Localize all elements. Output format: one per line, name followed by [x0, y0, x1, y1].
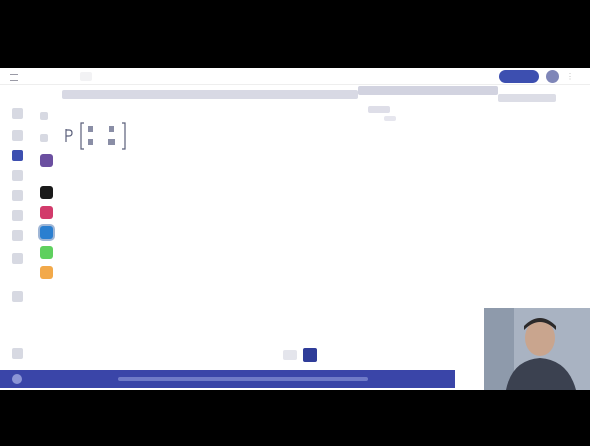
top-bar: ⋮ — [0, 68, 590, 85]
previous-page-button[interactable] — [283, 350, 297, 360]
eraser-icon[interactable] — [12, 210, 23, 221]
swatch-purple[interactable] — [40, 154, 53, 167]
board-tab[interactable] — [80, 72, 92, 81]
line-icon[interactable] — [12, 170, 23, 181]
shape-icon[interactable] — [12, 150, 23, 161]
fill-icon[interactable] — [40, 134, 48, 142]
matrix-symbol — [65, 129, 73, 142]
matrix-entry — [88, 126, 93, 132]
webcam-feed — [484, 308, 590, 390]
notification-banner — [0, 370, 455, 388]
matrix-entry — [88, 139, 93, 145]
avatar[interactable] — [546, 70, 559, 83]
tool-bar — [8, 108, 28, 388]
swatch-green[interactable] — [40, 246, 53, 259]
swatch-red[interactable] — [40, 206, 53, 219]
redo-icon[interactable] — [12, 291, 23, 302]
matrix-entry — [108, 139, 115, 145]
share-button[interactable] — [499, 70, 539, 83]
matrix-expression — [65, 122, 126, 150]
handwriting-line — [358, 86, 498, 95]
color-palette — [34, 108, 58, 388]
swatch-orange[interactable] — [40, 266, 53, 279]
matrix-right-bracket — [122, 122, 126, 150]
stroke-width-icon[interactable] — [40, 112, 48, 120]
zoom-icon[interactable] — [12, 348, 23, 359]
pen-icon[interactable] — [12, 130, 23, 141]
swatch-black[interactable] — [40, 186, 53, 199]
next-page-button[interactable] — [303, 348, 317, 362]
swatch-blue[interactable] — [40, 226, 53, 239]
banner-message-bar — [118, 377, 368, 381]
image-icon[interactable] — [12, 230, 23, 241]
text-icon[interactable] — [12, 190, 23, 201]
matrix-left-bracket — [80, 122, 84, 150]
handwriting-line — [498, 94, 556, 102]
matrix-entry — [109, 126, 114, 132]
handwriting-line — [368, 106, 390, 113]
page-controls — [283, 348, 323, 362]
pointer-icon[interactable] — [12, 108, 23, 119]
undo-icon[interactable] — [12, 253, 23, 264]
menu-icon[interactable] — [10, 74, 18, 81]
info-icon — [12, 374, 22, 384]
handwriting-line — [62, 90, 358, 99]
presenter-video — [484, 308, 590, 390]
more-icon[interactable]: ⋮ — [566, 72, 574, 81]
handwriting-line — [384, 116, 396, 121]
